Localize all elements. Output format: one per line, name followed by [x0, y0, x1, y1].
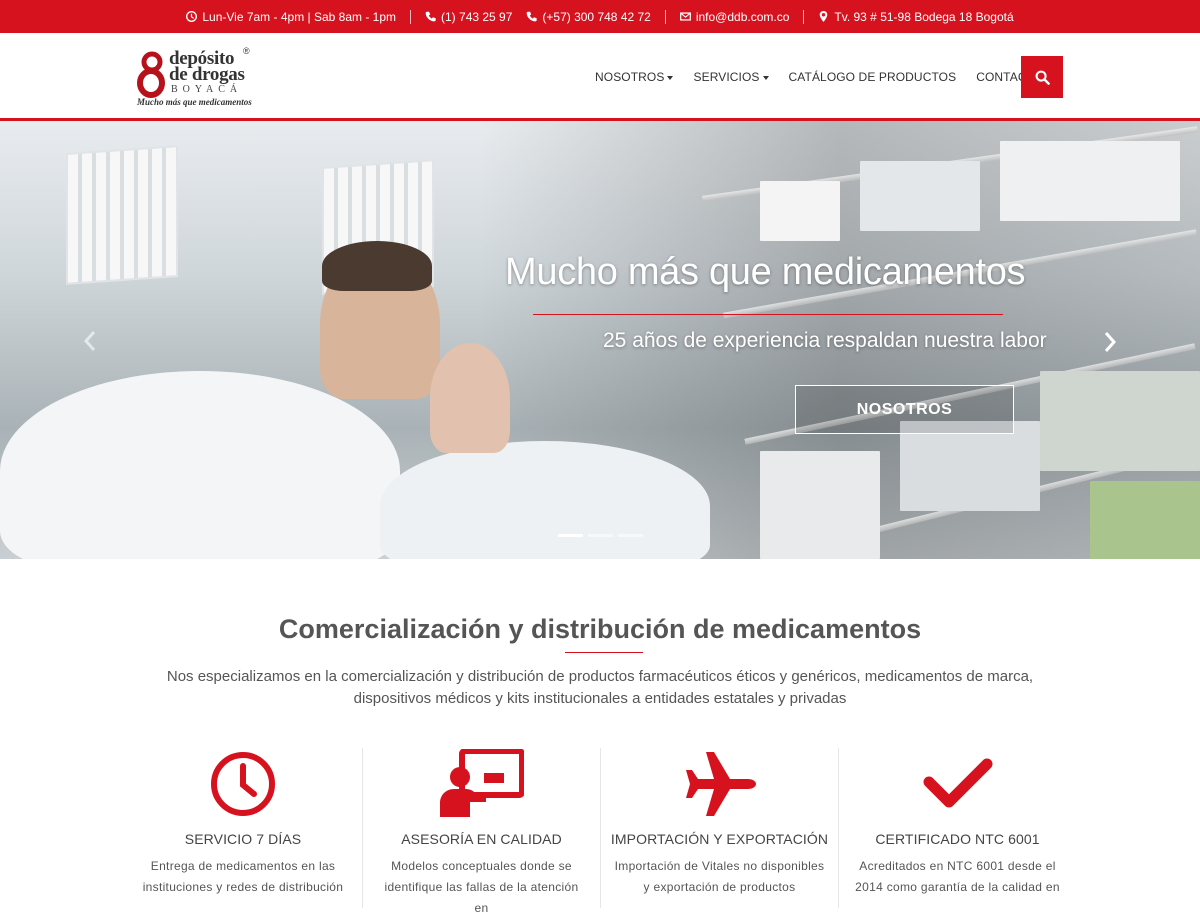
feature-text: Modelos conceptuales donde se identifiqu…	[384, 859, 579, 915]
medicine-box	[1000, 141, 1180, 221]
logo-mark-icon	[137, 51, 165, 98]
nav-label: CATÁLOGO DE PRODUCTOS	[788, 70, 957, 84]
feature-certificado: CERTIFICADO NTC 6001 Acreditados en NTC …	[838, 748, 1076, 908]
section-divider	[565, 652, 643, 653]
hero-slider: Mucho más que medicamentos 25 años de ex…	[0, 121, 1200, 559]
slide-indicator[interactable]	[558, 534, 583, 537]
envelope-icon	[679, 12, 691, 21]
features-row: SERVICIO 7 DÍAS Entrega de medicamentos …	[124, 748, 1076, 915]
clock-icon	[186, 11, 198, 22]
slider-indicators	[558, 534, 643, 537]
medicine-box	[860, 161, 980, 231]
clock-icon	[211, 752, 275, 816]
site-logo[interactable]: depósito ® de drogas BOYACÁ Mucho más qu…	[137, 45, 267, 109]
logo-tagline: Mucho más que medicamentos	[137, 97, 252, 107]
phone-link-2[interactable]: (+57) 300 748 42 72	[526, 10, 664, 24]
logo-registered: ®	[243, 46, 250, 56]
hero-nosotros-button[interactable]: NOSOTROS	[795, 385, 1014, 434]
check-icon	[923, 758, 992, 808]
slide-indicator[interactable]	[618, 534, 643, 537]
pharmacist-man-hair	[322, 241, 432, 291]
hero-divider	[533, 314, 1003, 315]
caret-down-icon	[762, 75, 769, 80]
section-title: Comercialización y distribución de medic…	[278, 614, 922, 644]
feature-text: Acreditados en NTC 6001 desde el 2014 co…	[855, 859, 1060, 894]
logo-line-3: BOYACÁ	[171, 84, 243, 95]
pharmacist-man	[0, 371, 400, 559]
hours-text: Lun-Vie 7am - 4pm | Sab 8am - 1pm	[202, 9, 397, 24]
slide-indicator[interactable]	[588, 534, 613, 537]
medicine-box	[1040, 371, 1200, 471]
feature-title: SERVICIO 7 DÍAS	[184, 831, 302, 847]
section-description: Nos especializamos en la comercializació…	[166, 668, 1034, 707]
hero-subtitle: 25 años de experiencia respaldan nuestra…	[603, 329, 1047, 352]
hours-info: Lun-Vie 7am - 4pm | Sab 8am - 1pm	[172, 10, 410, 24]
feature-title: IMPORTACIÓN Y EXPORTACIÓN	[610, 831, 829, 847]
logo-line-2: de drogas	[169, 64, 245, 85]
nav-item-servicios[interactable]: SERVICIOS	[683, 70, 778, 84]
feature-asesoria: ASESORÍA EN CALIDAD Modelos conceptuales…	[362, 748, 600, 915]
phone-link-1[interactable]: (1) 743 25 97	[411, 10, 526, 24]
hero-title: Mucho más que medicamentos	[505, 251, 1026, 293]
plane-icon	[685, 752, 756, 816]
address-info: Tv. 93 # 51-98 Bodega 18 Bogotá	[804, 10, 1027, 24]
top-contact-bar: Lun-Vie 7am - 4pm | Sab 8am - 1pm (1) 74…	[0, 0, 1200, 33]
medicine-box	[760, 451, 880, 559]
ceiling-light	[66, 145, 178, 285]
caret-down-icon	[667, 75, 674, 80]
feature-title: CERTIFICADO NTC 6001	[875, 831, 1040, 847]
phone-icon	[527, 11, 538, 22]
medicine-box	[900, 421, 1040, 511]
chevron-left-icon[interactable]	[82, 329, 98, 353]
map-marker-icon	[820, 11, 828, 22]
phone-text-2: (+57) 300 748 42 72	[542, 9, 651, 24]
phone-icon	[425, 11, 436, 22]
nav-label: NOSOTROS	[595, 70, 665, 84]
medicine-box	[760, 181, 840, 241]
site-header: depósito ® de drogas BOYACÁ Mucho más qu…	[0, 33, 1200, 121]
nav-item-catalogo[interactable]: CATÁLOGO DE PRODUCTOS	[779, 70, 967, 84]
address-text: Tv. 93 # 51-98 Bodega 18 Bogotá	[834, 9, 1014, 24]
feature-text: Importación de Vitales no disponibles y …	[614, 859, 825, 894]
email-text: info@ddb.com.co	[695, 9, 790, 24]
presentation-icon	[439, 749, 524, 817]
nav-item-nosotros[interactable]: NOSOTROS	[585, 70, 683, 84]
medicine-box	[1090, 481, 1200, 559]
chevron-right-icon[interactable]	[1102, 330, 1118, 354]
search-button[interactable]	[1021, 56, 1063, 98]
email-link[interactable]: info@ddb.com.co	[666, 10, 804, 24]
search-icon	[1035, 70, 1050, 85]
pharmacist-woman	[380, 441, 710, 559]
nav-label: SERVICIOS	[693, 70, 760, 84]
feature-servicio: SERVICIO 7 DÍAS Entrega de medicamentos …	[124, 748, 362, 908]
pharmacist-woman-head	[430, 343, 510, 453]
phone-text-1: (1) 743 25 97	[441, 9, 513, 24]
feature-title: ASESORÍA EN CALIDAD	[401, 831, 562, 847]
feature-importacion: IMPORTACIÓN Y EXPORTACIÓN Importación de…	[600, 748, 838, 908]
main-nav: NOSOTROS SERVICIOS CATÁLOGO DE PRODUCTOS…	[585, 33, 1062, 121]
feature-text: Entrega de medicamentos en las instituci…	[142, 859, 344, 894]
